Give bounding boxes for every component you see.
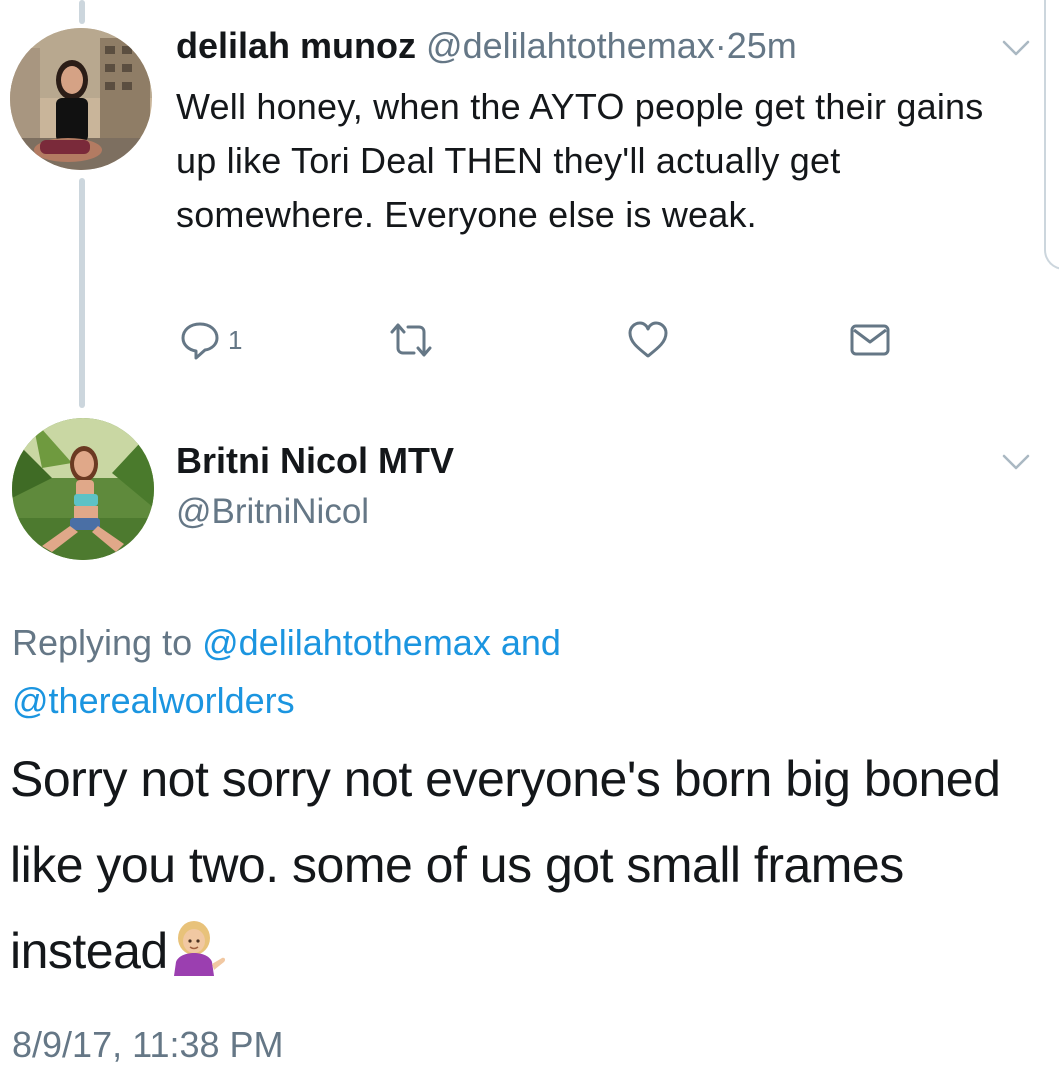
replying-to: Replying to @delilahtothemax and @therea… (12, 614, 912, 730)
user-photo-avatar (10, 28, 152, 170)
mention-link[interactable]: @therealworlders (12, 680, 295, 721)
tweet-text: Well honey, when the AYTO people get the… (176, 86, 984, 235)
card-edge (1044, 0, 1059, 270)
tweet-text: Sorry not sorry not everyone's born big … (10, 751, 1001, 979)
like-button[interactable] (626, 318, 670, 362)
like-icon (628, 321, 668, 358)
thread-line (79, 0, 85, 24)
replying-prefix: Replying to (12, 622, 193, 663)
separator: · (714, 25, 727, 66)
retweet-icon (390, 323, 432, 357)
tweet-body: Sorry not sorry not everyone's born big … (10, 736, 1050, 994)
direct-message-icon (850, 324, 890, 356)
author-handle[interactable]: @delilahtothemax (426, 25, 715, 66)
author-handle[interactable]: @BritniNicol (176, 490, 369, 534)
reply-icon (181, 322, 219, 360)
tweet-header: delilah munoz @delilahtothemax·25m (176, 24, 797, 68)
replying-and[interactable]: and (501, 622, 561, 663)
direct-message-button[interactable] (848, 318, 892, 362)
avatar[interactable] (10, 28, 152, 170)
reply-count: 1 (228, 324, 243, 355)
author-name[interactable]: Britni Nicol MTV (176, 438, 454, 484)
mention-link[interactable]: @delilahtothemax (202, 622, 491, 663)
thread-line (79, 178, 85, 408)
avatar[interactable] (12, 418, 154, 560)
user-photo-avatar (12, 418, 154, 560)
tweet-timestamp[interactable]: 8/9/17, 11:38 PM (12, 1022, 284, 1068)
chevron-down-icon[interactable] (1000, 452, 1032, 472)
author-name[interactable]: delilah munoz (176, 25, 416, 66)
tweet-time[interactable]: 25m (727, 25, 797, 66)
retweet-button[interactable] (386, 318, 436, 362)
reply-button[interactable]: 1 (178, 318, 242, 362)
chevron-down-icon[interactable] (1000, 38, 1032, 58)
person-tipping-hand-emoji (173, 921, 225, 976)
